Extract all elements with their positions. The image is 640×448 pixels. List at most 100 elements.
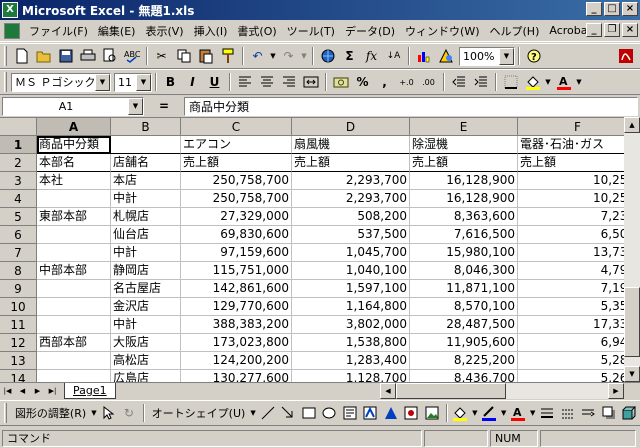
- cell-b14[interactable]: 広島店: [111, 370, 181, 382]
- cell-c6[interactable]: 69,830,600: [181, 226, 292, 244]
- hyperlink-icon[interactable]: [317, 46, 338, 66]
- drawing-icon[interactable]: [435, 46, 456, 66]
- font-color-icon[interactable]: A: [508, 403, 528, 423]
- row-header-8[interactable]: 8: [0, 262, 37, 280]
- cell-e1[interactable]: 除湿機: [410, 136, 518, 154]
- cell-e13[interactable]: 8,225,200: [410, 352, 518, 370]
- autosum-icon[interactable]: Σ: [339, 46, 360, 66]
- column-header-e[interactable]: E: [410, 118, 518, 136]
- percent-button[interactable]: %: [352, 72, 373, 92]
- cell-d13[interactable]: 1,283,400: [292, 352, 410, 370]
- cell-c5[interactable]: 27,329,000: [181, 208, 292, 226]
- menu-file[interactable]: ファイル(F): [24, 23, 93, 39]
- row-header-5[interactable]: 5: [0, 208, 37, 226]
- fill-color-icon[interactable]: [451, 403, 471, 423]
- cell-b4[interactable]: 中計: [111, 190, 181, 208]
- menu-help[interactable]: ヘルプ(H): [485, 23, 545, 39]
- font-size-select[interactable]: 11 ▼: [114, 72, 152, 92]
- font-name-select[interactable]: ＭＳ Ｐゴシック ▼: [11, 72, 111, 92]
- column-header-f[interactable]: F: [518, 118, 638, 136]
- cell-b2[interactable]: 店舗名: [111, 154, 181, 172]
- dropdown-icon[interactable]: ▼: [249, 403, 256, 423]
- cell-b7[interactable]: 中計: [111, 244, 181, 262]
- row-header-10[interactable]: 10: [0, 298, 37, 316]
- font-color-icon[interactable]: A: [553, 72, 574, 92]
- cell-c8[interactable]: 115,751,000: [181, 262, 292, 280]
- toolbar-grip[interactable]: [4, 72, 7, 92]
- cell-e6[interactable]: 7,616,500: [410, 226, 518, 244]
- line-icon[interactable]: [258, 403, 278, 423]
- decrease-indent-icon[interactable]: [448, 72, 469, 92]
- cell-a10[interactable]: [37, 298, 111, 316]
- row-header-3[interactable]: 3: [0, 172, 37, 190]
- cell-e10[interactable]: 8,570,100: [410, 298, 518, 316]
- cell-f9[interactable]: 7,192: [518, 280, 638, 298]
- cell-b3[interactable]: 本店: [111, 172, 181, 190]
- scroll-down-icon[interactable]: ▼: [624, 366, 640, 382]
- cell-a9[interactable]: [37, 280, 111, 298]
- horizontal-scroll-thumb[interactable]: [396, 383, 506, 399]
- cell-c2[interactable]: 売上額: [181, 154, 292, 172]
- cell-d7[interactable]: 1,045,700: [292, 244, 410, 262]
- bold-button[interactable]: B: [160, 72, 181, 92]
- currency-icon[interactable]: [330, 72, 351, 92]
- chart-wizard-icon[interactable]: [413, 46, 434, 66]
- cell-d1[interactable]: 扇風機: [292, 136, 410, 154]
- menu-insert[interactable]: 挿入(I): [189, 23, 233, 39]
- undo-icon[interactable]: ↶: [247, 46, 268, 66]
- name-box[interactable]: A1 ▼: [2, 96, 144, 116]
- row-header-9[interactable]: 9: [0, 280, 37, 298]
- paste-icon[interactable]: [195, 46, 216, 66]
- cell-e7[interactable]: 15,980,100: [410, 244, 518, 262]
- row-header-11[interactable]: 11: [0, 316, 37, 334]
- spellcheck-icon[interactable]: ABC: [121, 46, 142, 66]
- cell-f3[interactable]: 10,255: [518, 172, 638, 190]
- font-color-dropdown-icon[interactable]: ▼: [529, 403, 536, 423]
- doc-restore-button[interactable]: ❐: [604, 23, 620, 37]
- align-right-icon[interactable]: [278, 72, 299, 92]
- sort-ascending-icon[interactable]: ↓A: [383, 46, 404, 66]
- shadow-icon[interactable]: [599, 403, 619, 423]
- vertical-scrollbar[interactable]: ▲ ▼: [624, 117, 640, 382]
- dropdown-icon[interactable]: ▼: [90, 403, 97, 423]
- font-color-dropdown-icon[interactable]: ▼: [575, 72, 583, 92]
- chevron-down-icon[interactable]: ▼: [95, 73, 110, 91]
- chevron-down-icon[interactable]: ▼: [136, 73, 151, 91]
- excel-icon[interactable]: X: [2, 2, 18, 18]
- autoshape-menu[interactable]: オートシェイプ(U): [148, 405, 250, 421]
- borders-icon[interactable]: [500, 72, 521, 92]
- function-icon[interactable]: fx: [361, 46, 382, 66]
- row-header-14[interactable]: 14: [0, 370, 37, 382]
- column-header-c[interactable]: C: [181, 118, 292, 136]
- row-header-6[interactable]: 6: [0, 226, 37, 244]
- fill-color-dropdown-icon[interactable]: ▼: [471, 403, 478, 423]
- menu-view[interactable]: 表示(V): [140, 23, 188, 39]
- cell-e4[interactable]: 16,128,900: [410, 190, 518, 208]
- cell-d11[interactable]: 3,802,000: [292, 316, 410, 334]
- clipart-icon[interactable]: [401, 403, 421, 423]
- dash-style-icon[interactable]: [558, 403, 578, 423]
- cell-a3[interactable]: 本社: [37, 172, 111, 190]
- fill-color-icon[interactable]: [522, 72, 543, 92]
- acrobat-icon[interactable]: [615, 46, 636, 66]
- oval-icon[interactable]: [319, 403, 339, 423]
- decrease-decimal-button[interactable]: .00: [418, 72, 439, 92]
- merge-center-icon[interactable]: [300, 72, 321, 92]
- format-painter-icon[interactable]: [217, 46, 238, 66]
- cell-a2[interactable]: 本部名: [37, 154, 111, 172]
- cell-f12[interactable]: 6,940: [518, 334, 638, 352]
- chevron-down-icon[interactable]: ▼: [128, 97, 143, 115]
- select-pointer-icon[interactable]: [99, 403, 119, 423]
- undo-dropdown-icon[interactable]: ▼: [269, 46, 277, 66]
- cell-e5[interactable]: 8,363,600: [410, 208, 518, 226]
- cell-a11[interactable]: [37, 316, 111, 334]
- column-header-a[interactable]: A: [37, 118, 111, 136]
- cell-a6[interactable]: [37, 226, 111, 244]
- line-color-dropdown-icon[interactable]: ▼: [500, 403, 507, 423]
- workbook-icon[interactable]: [4, 22, 20, 39]
- cell-b10[interactable]: 金沢店: [111, 298, 181, 316]
- textbox-icon[interactable]: [340, 403, 360, 423]
- cell-f1[interactable]: 電器･石油･ガス: [518, 136, 638, 154]
- cell-e9[interactable]: 11,871,100: [410, 280, 518, 298]
- sheet-tab-page1[interactable]: Page1: [64, 383, 116, 399]
